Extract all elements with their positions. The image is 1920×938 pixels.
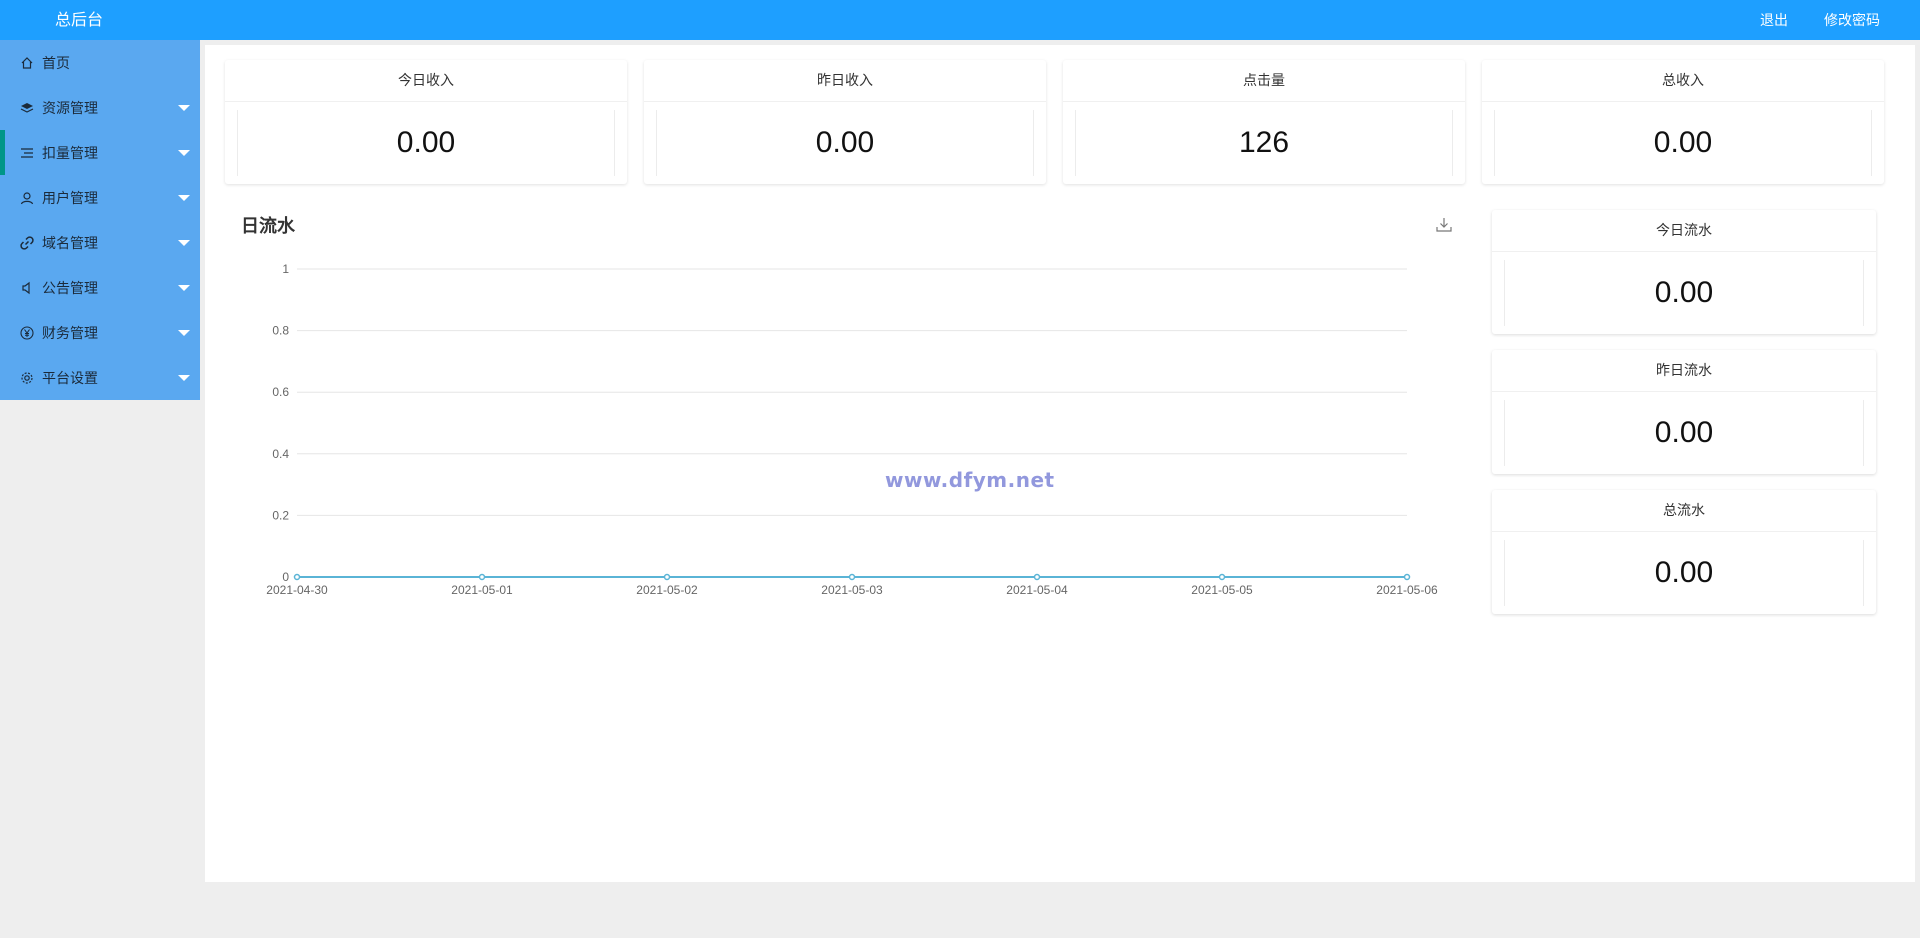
header-links: 退出 修改密码 xyxy=(1760,0,1880,40)
brand-title: 总后台 xyxy=(55,10,104,29)
sidebar-item-label: 扣量管理 xyxy=(42,145,98,162)
chevron-down-icon xyxy=(178,105,190,111)
y-tick-label: 0.2 xyxy=(272,508,289,522)
sidebar-item-label: 公告管理 xyxy=(42,280,98,297)
gear-icon xyxy=(20,371,34,385)
chevron-down-icon xyxy=(178,240,190,246)
sidebar-item-settings[interactable]: 平台设置 xyxy=(0,355,200,400)
watermark: www.dfym.net xyxy=(885,468,1055,492)
sidebar-item-label: 平台设置 xyxy=(42,370,98,387)
sidebar-item-label: 域名管理 xyxy=(42,235,98,252)
sidebar-item-users[interactable]: 用户管理 xyxy=(0,175,200,220)
layers-icon xyxy=(20,101,34,115)
logout-link[interactable]: 退出 xyxy=(1760,10,1788,30)
sidebar-item-label: 资源管理 xyxy=(42,100,98,117)
data-point[interactable] xyxy=(1218,573,1226,581)
flow-card-value: 0.00 xyxy=(1504,260,1864,326)
x-tick-label: 2021-05-01 xyxy=(451,583,513,597)
stat-card-value: 0.00 xyxy=(656,110,1034,176)
stat-card-yesterday-income: 昨日收入 0.00 xyxy=(644,60,1046,184)
chevron-down-icon xyxy=(178,285,190,291)
flow-card-total: 总流水 0.00 xyxy=(1492,490,1876,614)
data-point[interactable] xyxy=(848,573,856,581)
stat-card-value: 126 xyxy=(1075,110,1453,176)
x-tick-label: 2021-04-30 xyxy=(266,583,328,597)
flow-card-title: 总流水 xyxy=(1492,490,1876,532)
data-point[interactable] xyxy=(1403,573,1411,581)
change-password-link[interactable]: 修改密码 xyxy=(1824,10,1880,30)
flow-card-title: 昨日流水 xyxy=(1492,350,1876,392)
flow-card-value: 0.00 xyxy=(1504,540,1864,606)
data-point[interactable] xyxy=(1033,573,1041,581)
data-point[interactable] xyxy=(478,573,486,581)
stat-card-today-income: 今日收入 0.00 xyxy=(225,60,627,184)
y-tick-label: 0.4 xyxy=(272,447,289,461)
stat-card-title: 昨日收入 xyxy=(644,60,1046,102)
y-tick-label: 0 xyxy=(282,570,289,584)
flow-card-value: 0.00 xyxy=(1504,400,1864,466)
sidebar: 首页 资源管理 扣量管理 用户管理 域名管理 公告管理 财务管理 平台设置 xyxy=(0,40,200,400)
data-point[interactable] xyxy=(293,573,301,581)
line-chart: 0 0.2 0.4 0.6 0.8 1 2021-04-30 2021-05-01 2021-0… xyxy=(266,262,1438,597)
x-tick-label: 2021-05-02 xyxy=(636,583,698,597)
flow-card-title: 今日流水 xyxy=(1492,210,1876,252)
sidebar-item-label: 财务管理 xyxy=(42,325,98,342)
x-tick-label: 2021-05-03 xyxy=(821,583,883,597)
sidebar-item-domains[interactable]: 域名管理 xyxy=(0,220,200,265)
sidebar-item-announcements[interactable]: 公告管理 xyxy=(0,265,200,310)
stat-card-value: 0.00 xyxy=(1494,110,1872,176)
stat-card-total-income: 总收入 0.00 xyxy=(1482,60,1884,184)
stat-card-value: 0.00 xyxy=(237,110,615,176)
sidebar-item-deduction[interactable]: 扣量管理 xyxy=(0,130,200,175)
sidebar-item-home[interactable]: 首页 xyxy=(0,40,200,85)
chevron-down-icon xyxy=(178,375,190,381)
speaker-icon xyxy=(20,281,34,295)
link-icon xyxy=(20,235,34,250)
list-icon xyxy=(20,146,34,160)
chevron-down-icon xyxy=(178,330,190,336)
sidebar-item-finance[interactable]: 财务管理 xyxy=(0,310,200,355)
sidebar-item-label: 用户管理 xyxy=(42,190,98,207)
chevron-down-icon xyxy=(178,150,190,156)
x-tick-label: 2021-05-05 xyxy=(1191,583,1253,597)
chevron-down-icon xyxy=(178,195,190,201)
y-tick-label: 0.6 xyxy=(272,385,289,399)
yen-icon xyxy=(20,325,34,340)
home-icon xyxy=(20,56,34,70)
daily-flow-chart-panel: 日流水 0 0.2 0.4 0.6 0.8 1 2021-04-30 2021-05-01 20… xyxy=(225,200,1467,620)
flow-summary-panel: 今日流水 0.00 昨日流水 0.00 总流水 0.00 xyxy=(1482,200,1886,625)
flow-card-yesterday: 昨日流水 0.00 xyxy=(1492,350,1876,474)
sidebar-item-label: 首页 xyxy=(42,55,70,72)
y-tick-label: 1 xyxy=(282,262,289,276)
x-tick-label: 2021-05-06 xyxy=(1376,583,1438,597)
stat-card-clicks: 点击量 126 xyxy=(1063,60,1465,184)
stat-card-title: 点击量 xyxy=(1063,60,1465,102)
flow-card-today: 今日流水 0.00 xyxy=(1492,210,1876,334)
stat-card-title: 今日收入 xyxy=(225,60,627,102)
top-header: 总后台 退出 修改密码 xyxy=(0,0,1920,40)
sidebar-item-resources[interactable]: 资源管理 xyxy=(0,85,200,130)
data-point[interactable] xyxy=(663,573,671,581)
user-icon xyxy=(20,191,34,205)
y-tick-label: 0.8 xyxy=(272,324,289,338)
stat-card-title: 总收入 xyxy=(1482,60,1884,102)
x-tick-label: 2021-05-04 xyxy=(1006,583,1068,597)
